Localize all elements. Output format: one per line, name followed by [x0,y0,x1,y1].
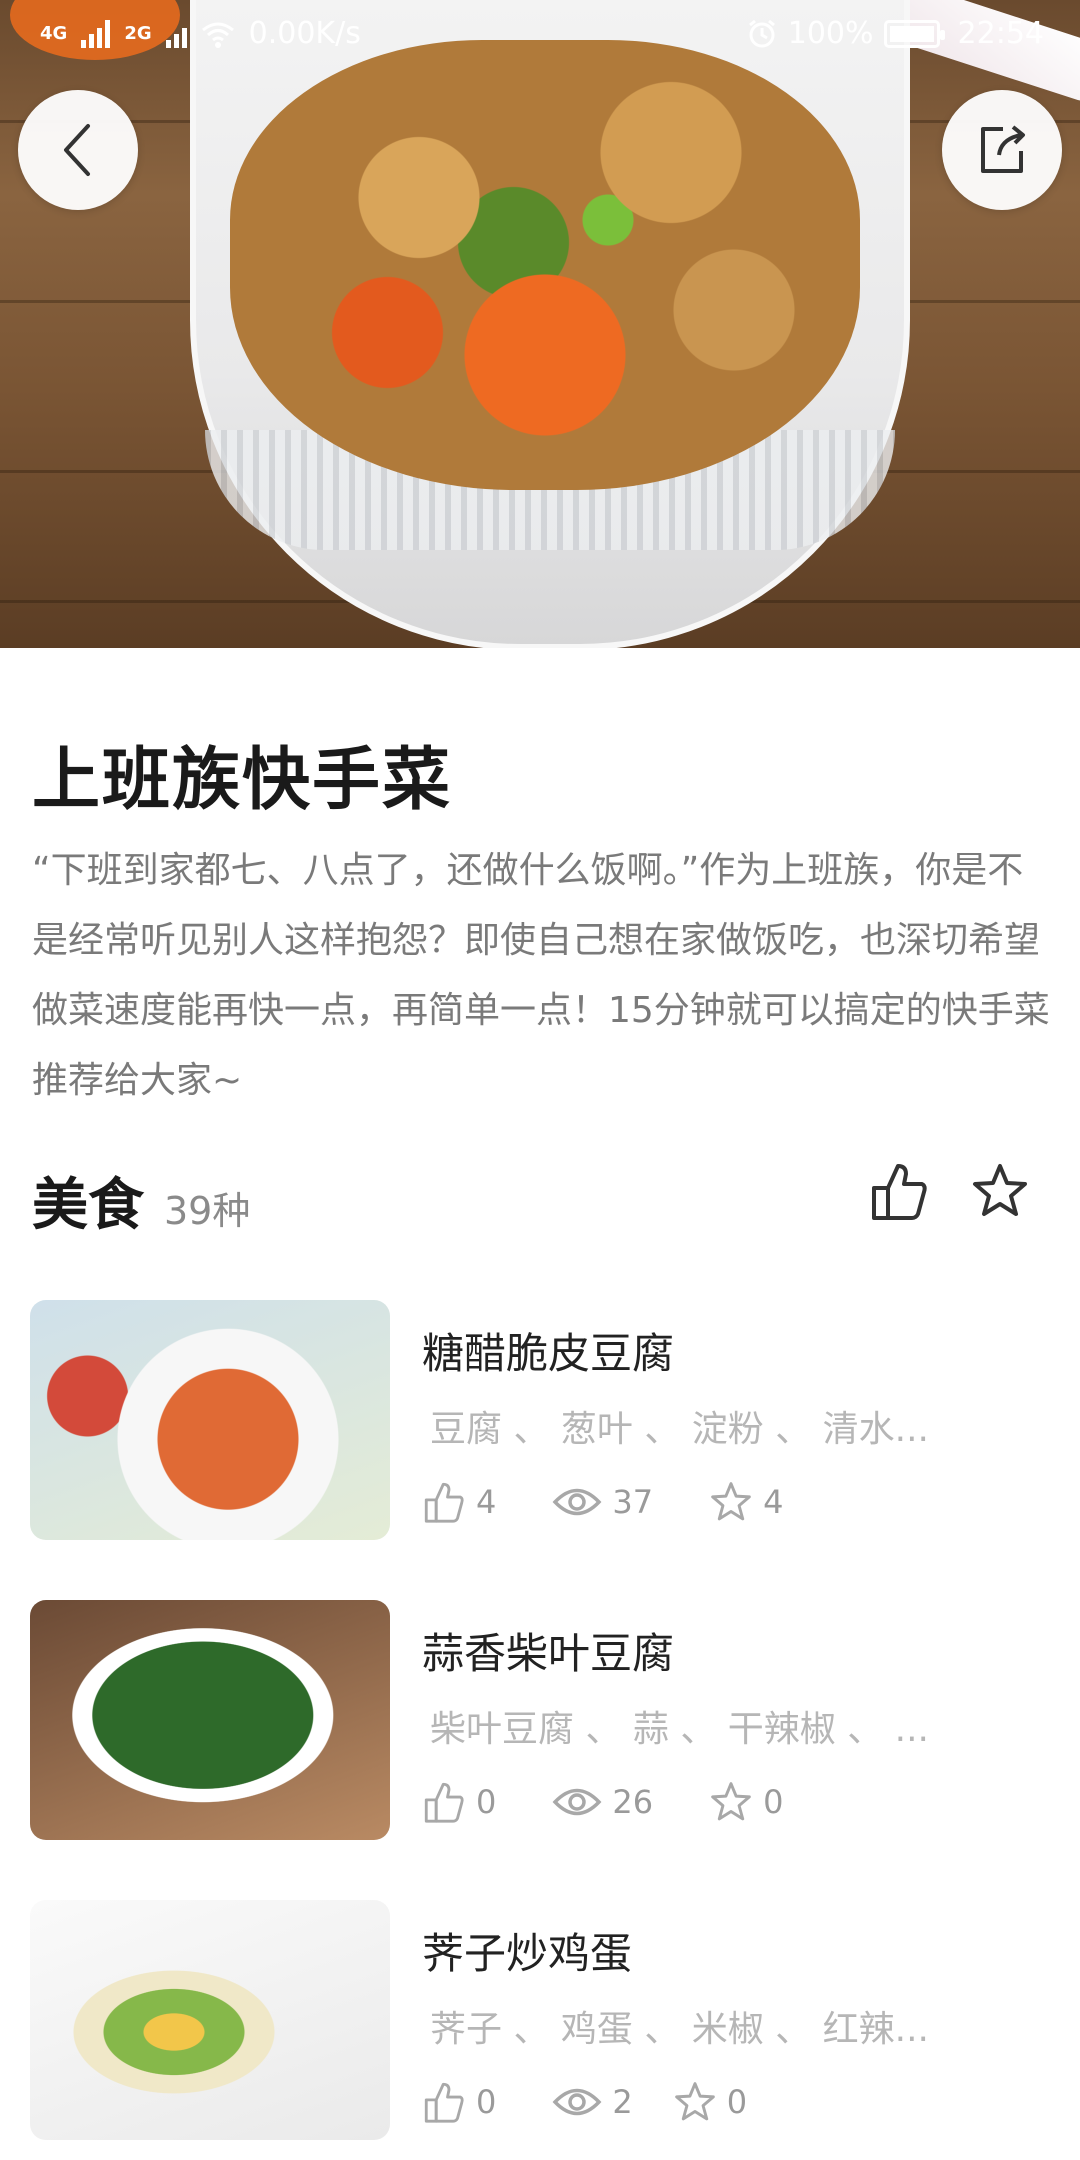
list-item[interactable]: 蒜香柴叶豆腐 柴叶豆腐 、 蒜 、 干辣椒 、 ... 0 26 0 [0,1600,1080,1900]
list-item[interactable]: 荠子炒鸡蛋 荠子 、 鸡蛋 、 米椒 、 红辣... 0 2 0 [0,1900,1080,2160]
item-stats: 0 26 0 [422,1780,839,1824]
thumbs-up-icon [424,2082,464,2123]
view-stat: 2 [552,2083,633,2121]
star-icon [674,2082,715,2121]
share-icon [981,125,1025,173]
network-4g-label: 4G [40,23,68,44]
star-count: 4 [763,1483,784,1521]
star-count: 0 [726,2083,748,2121]
section-header: 美食 39种 [32,1160,250,1241]
like-count: 0 [476,1783,497,1821]
network-speed: 0.00K/s [248,16,361,51]
view-count: 2 [612,2083,633,2121]
hero-food-image [0,0,1080,648]
star-icon [711,1782,751,1821]
item-stats: 0 2 0 [422,2080,803,2124]
like-count: 4 [476,1483,497,1521]
recipe-title: 上班族快手菜 [32,741,453,820]
network-2g-label: 2G [124,23,152,44]
like-count: 0 [476,2083,497,2121]
recipe-thumbnail [30,1900,390,2140]
wifi-icon [201,22,234,48]
star-stat: 0 [673,2080,747,2124]
item-title: 荠子炒鸡蛋 [422,1929,633,1978]
battery-icon [883,19,945,48]
section-count: 39种 [164,1189,251,1233]
list-item[interactable]: 糖醋脆皮豆腐 豆腐 、 葱叶 、 淀粉 、 清水... 4 37 4 [0,1300,1080,1600]
item-ingredients: 荠子 、 鸡蛋 、 米椒 、 红辣... [430,2009,929,2050]
signal-icon [81,19,111,48]
star-count: 0 [763,1783,784,1821]
recipe-thumbnail [30,1600,390,1840]
item-ingredients: 豆腐 、 葱叶 、 淀粉 、 清水... [430,1409,929,1450]
item-stats: 4 37 4 [422,1480,839,1524]
item-ingredients: 柴叶豆腐 、 蒜 、 干辣椒 、 ... [430,1709,929,1750]
star-stat: 4 [709,1480,783,1524]
eye-icon [552,1788,602,1816]
eye-icon [552,1488,602,1516]
favorite-collection-icon[interactable] [970,1161,1030,1221]
like-stat: 4 [422,1480,496,1524]
like-stat: 0 [422,1780,496,1824]
eye-icon [552,2088,602,2116]
alarm-icon [748,19,775,47]
star-icon [711,1482,751,1521]
back-button[interactable] [18,90,138,210]
share-button[interactable] [942,90,1062,210]
item-title: 蒜香柴叶豆腐 [422,1629,675,1678]
item-title: 糖醋脆皮豆腐 [422,1329,675,1378]
view-stat: 26 [552,1783,653,1821]
signal-icon-2 [165,20,187,48]
recipe-description: “下班到家都七、八点了，还做什么饭啊。”作为上班族，你是不是经常听见别人这样抱怨… [32,850,1050,1101]
like-stat: 0 [422,2080,496,2124]
view-count: 26 [612,1783,654,1821]
chevron-left-icon [64,124,90,176]
collection-actions [868,1160,1030,1222]
status-bar: 4G 2G 0.00K/s 100% 22:54 [0,0,1080,70]
thumbs-up-icon [424,1482,464,1523]
section-name: 美食 [32,1173,144,1238]
recipe-list: 糖醋脆皮豆腐 豆腐 、 葱叶 、 淀粉 、 清水... 4 37 4 蒜香柴叶豆… [0,1300,1080,2160]
view-stat: 37 [552,1483,653,1521]
view-count: 37 [612,1483,654,1521]
recipe-thumbnail [30,1300,390,1540]
clock-time: 22:54 [957,16,1044,51]
like-collection-icon[interactable] [868,1160,930,1222]
thumbs-up-icon [424,1782,464,1823]
battery-percent: 100% [787,16,874,51]
star-stat: 0 [709,1780,783,1824]
